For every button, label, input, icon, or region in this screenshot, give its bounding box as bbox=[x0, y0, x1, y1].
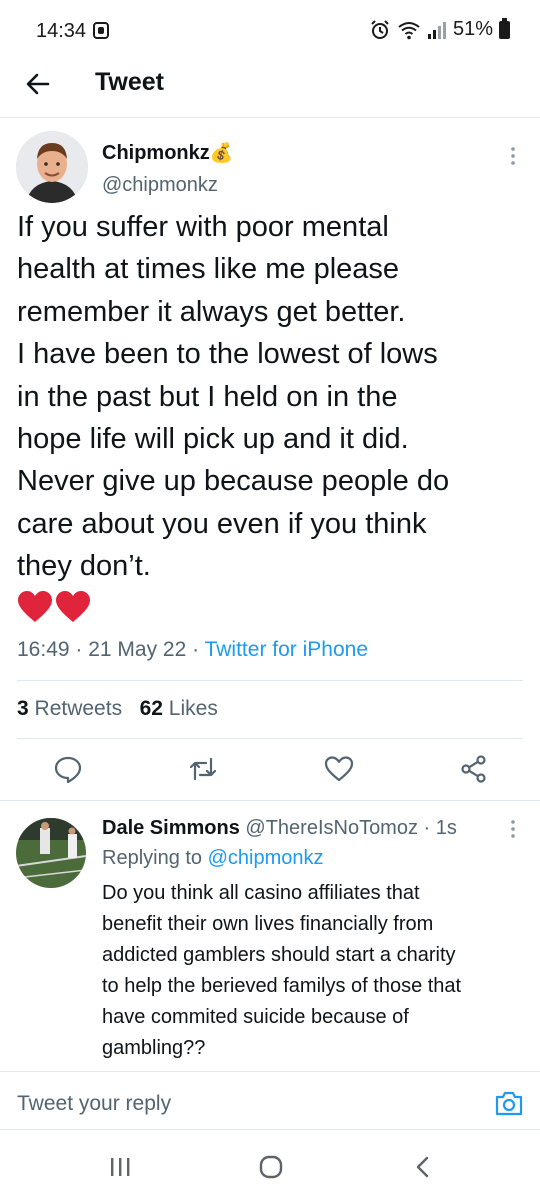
reply-composer[interactable]: Tweet your reply bbox=[0, 1072, 540, 1130]
reply-author-handle: @ThereIsNoTomoz bbox=[245, 817, 418, 839]
reply-age: 1s bbox=[435, 817, 457, 839]
tweet-stats: 3 Retweets 62 Likes bbox=[17, 697, 218, 721]
reply-author[interactable]: Dale Simmons @ThereIsNoTomoz · 1s bbox=[102, 817, 457, 840]
reply-author-avatar[interactable] bbox=[16, 818, 86, 888]
home-icon[interactable] bbox=[258, 1155, 284, 1179]
retweets-stat[interactable]: 3 Retweets bbox=[17, 697, 122, 720]
system-nav-bar bbox=[0, 1130, 540, 1200]
share-icon[interactable] bbox=[459, 754, 489, 784]
reply-text-line: have commited suicide because of bbox=[102, 1006, 409, 1028]
reply-text-line: addicted gamblers should start a charity bbox=[102, 944, 456, 966]
divider bbox=[0, 117, 540, 118]
tweet-source-link[interactable]: Twitter for iPhone bbox=[205, 638, 368, 661]
likes-count: 62 bbox=[139, 697, 163, 720]
page-title: Tweet bbox=[95, 68, 164, 96]
tweet-text-line: care about you even if you think bbox=[17, 507, 427, 540]
tweet-meta: 16:49 · 21 May 22 · Twitter for iPhone bbox=[17, 638, 368, 661]
heart-emojis bbox=[17, 590, 91, 624]
replying-prefix: Replying to bbox=[102, 847, 203, 869]
tweet-time: 16:49 bbox=[17, 638, 70, 661]
replying-to: Replying to @chipmonkz bbox=[102, 847, 324, 870]
alarm-icon bbox=[371, 19, 389, 39]
back-arrow-icon[interactable] bbox=[22, 68, 54, 100]
avatar-photo bbox=[16, 818, 86, 888]
avatar-portrait bbox=[16, 131, 88, 203]
reply-icon[interactable] bbox=[53, 754, 83, 784]
app-bar: Tweet bbox=[0, 62, 540, 116]
replying-handle-link[interactable]: @chipmonkz bbox=[208, 847, 324, 869]
money-bag-icon: 💰 bbox=[209, 143, 234, 164]
back-icon[interactable] bbox=[412, 1155, 434, 1179]
wifi-icon bbox=[398, 21, 420, 39]
reply-input-placeholder[interactable]: Tweet your reply bbox=[17, 1092, 171, 1116]
author-handle: @chipmonkz bbox=[102, 174, 218, 196]
tweet-text-line: in the past but I held on in the bbox=[17, 380, 398, 413]
tweet-text-line: I have been to the lowest of lows bbox=[17, 338, 438, 371]
reply-text-line: to help the berieved familys of those th… bbox=[102, 975, 462, 997]
red-heart-icon bbox=[56, 591, 90, 622]
signal-icon bbox=[427, 21, 446, 39]
battery-icon bbox=[499, 17, 510, 39]
likes-label: Likes bbox=[168, 697, 218, 720]
divider bbox=[17, 738, 523, 739]
notification-icon bbox=[93, 22, 109, 39]
retweets-count: 3 bbox=[17, 697, 29, 720]
more-options-icon[interactable] bbox=[509, 145, 517, 167]
likes-stat[interactable]: 62 Likes bbox=[140, 697, 218, 720]
retweets-label: Retweets bbox=[34, 697, 123, 720]
reply-text-line: benefit their own lives financially from bbox=[102, 913, 434, 935]
divider bbox=[0, 800, 540, 801]
tweet-text-line: If you suffer with poor mental bbox=[17, 211, 389, 243]
reply-text-line: gambling?? bbox=[102, 1037, 206, 1059]
system-icons: 51% bbox=[369, 17, 510, 41]
tweet-text-line: remember it always get better. bbox=[17, 295, 406, 328]
status-bar: 14:34 51% bbox=[0, 0, 540, 62]
reply-author-name: Dale Simmons bbox=[102, 817, 240, 839]
camera-icon[interactable] bbox=[494, 1088, 524, 1118]
tweet-text: If you suffer with poor mental health at… bbox=[17, 206, 527, 588]
battery-percent: 51% bbox=[452, 18, 493, 40]
author-avatar[interactable] bbox=[16, 131, 88, 203]
like-icon[interactable] bbox=[324, 754, 354, 784]
status-time: 14:34 bbox=[36, 20, 87, 42]
retweet-icon[interactable] bbox=[188, 754, 218, 784]
tweet-text-line: hope life will pick up and it did. bbox=[17, 423, 409, 456]
reply-text: Do you think all casino affiliates that … bbox=[102, 878, 527, 1064]
recents-icon[interactable] bbox=[108, 1156, 132, 1178]
reply-more-options-icon[interactable] bbox=[509, 818, 517, 840]
tweet-date: 21 May 22 bbox=[88, 638, 187, 661]
divider bbox=[17, 680, 523, 681]
red-heart-icon bbox=[18, 591, 52, 622]
tweet-text-line: health at times like me please bbox=[17, 253, 400, 286]
reply-text-line: Do you think all casino affiliates that bbox=[102, 882, 420, 904]
tweet-text-line: they don’t. bbox=[17, 550, 151, 583]
author-name: Chipmonkz bbox=[102, 142, 210, 164]
tweet-author[interactable]: Chipmonkz💰 bbox=[102, 141, 233, 165]
tweet-text-line: Never give up because people do bbox=[17, 465, 450, 498]
